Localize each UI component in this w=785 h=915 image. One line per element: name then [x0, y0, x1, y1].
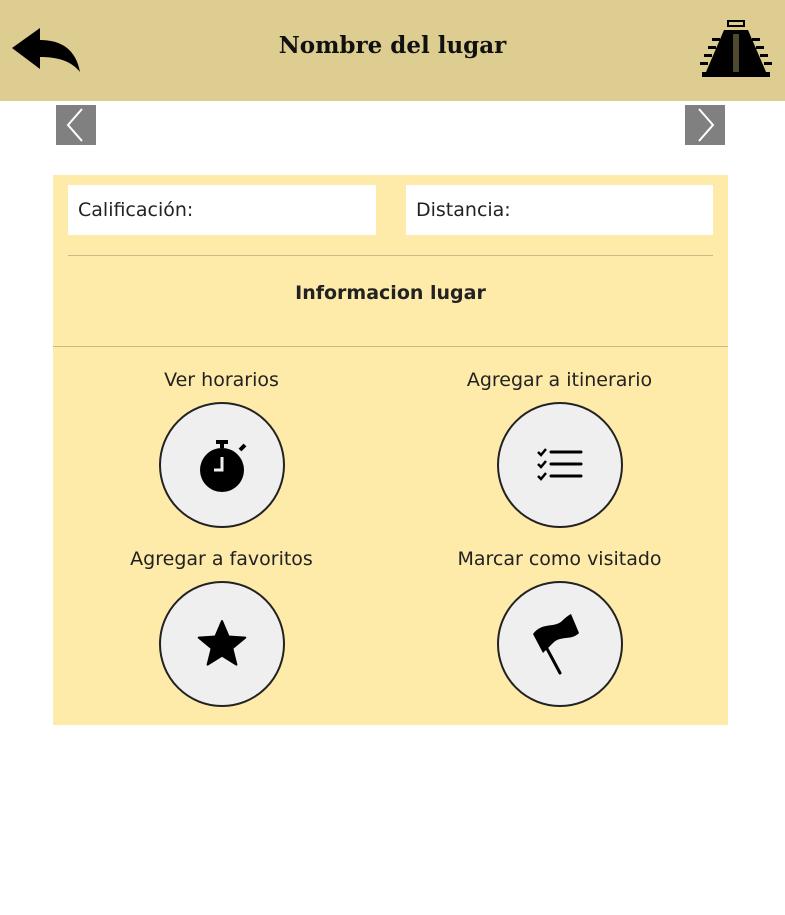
pyramid-logo-icon[interactable]	[700, 18, 772, 80]
mark-visited-action: Marcar como visitado	[391, 545, 728, 707]
distance-field: Distancia:	[406, 185, 713, 235]
chevron-right-icon	[698, 108, 715, 142]
mark-visited-button[interactable]	[497, 581, 623, 707]
add-to-itinerary-button[interactable]	[497, 402, 623, 528]
star-icon	[197, 620, 247, 666]
action-label: Agregar a favoritos	[130, 548, 313, 570]
rating-field: Calificación:	[68, 185, 376, 235]
page-title: Nombre del lugar	[278, 32, 507, 59]
flag-icon	[533, 614, 579, 675]
action-label: Agregar a itinerario	[466, 369, 653, 391]
view-schedule-action: Ver horarios	[53, 366, 390, 528]
add-itinerary-action: Agregar a itinerario	[391, 366, 728, 528]
app-header: Nombre del lugar	[0, 0, 785, 101]
action-label: Ver horarios	[164, 369, 279, 391]
divider	[68, 255, 713, 256]
view-schedule-button[interactable]	[159, 402, 285, 528]
carousel-next-button[interactable]	[685, 105, 725, 145]
carousel-prev-button[interactable]	[56, 105, 96, 145]
action-label: Marcar como visitado	[457, 548, 662, 570]
checklist-icon	[537, 448, 583, 481]
section-title: Informacion lugar	[295, 282, 486, 304]
divider	[53, 346, 728, 347]
add-favorites-action: Agregar a favoritos	[53, 545, 390, 707]
chevron-left-icon	[66, 108, 83, 142]
add-to-favorites-button[interactable]	[159, 581, 285, 707]
place-info-panel: Calificación: Distancia: Informacion lug…	[53, 175, 728, 725]
stopwatch-icon	[200, 440, 247, 492]
